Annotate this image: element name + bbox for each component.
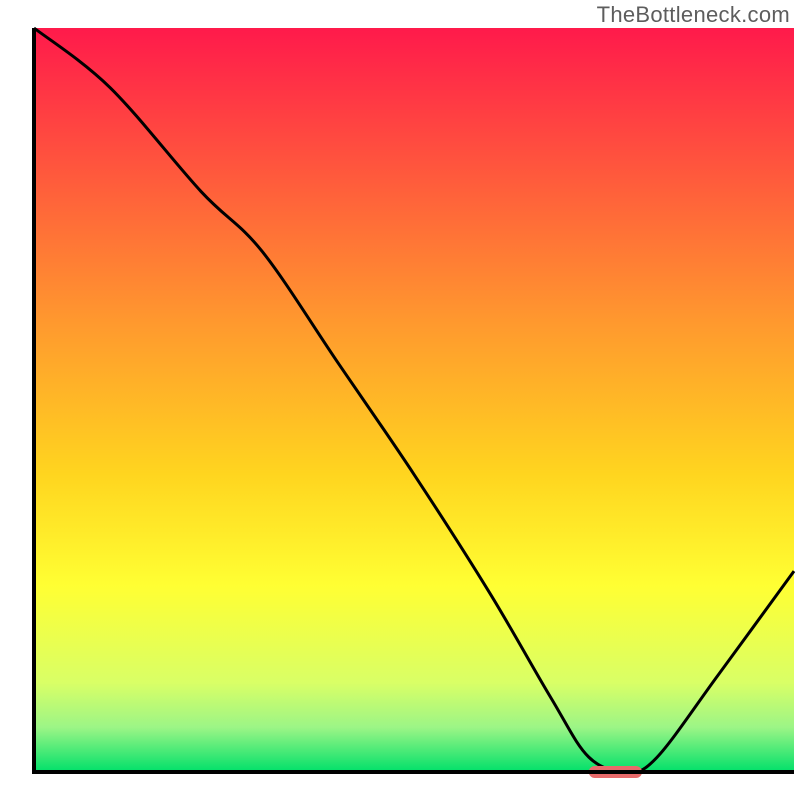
bottleneck-chart — [0, 0, 800, 800]
chart-container: TheBottleneck.com — [0, 0, 800, 800]
watermark-text: TheBottleneck.com — [597, 2, 790, 28]
plot-background — [34, 28, 794, 772]
